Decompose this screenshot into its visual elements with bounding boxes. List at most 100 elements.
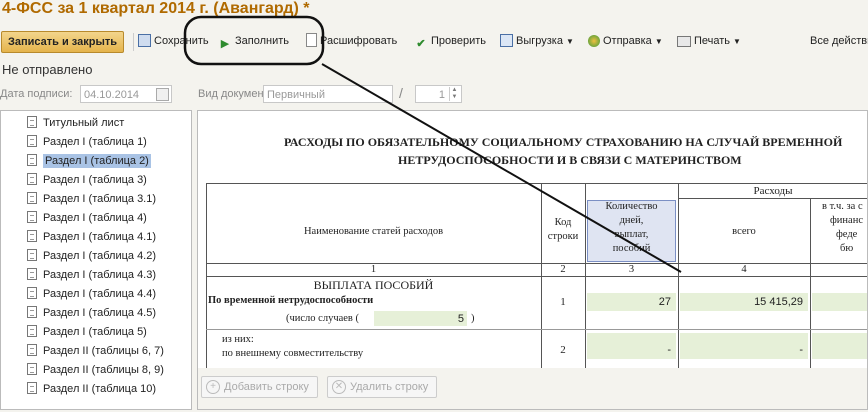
col-days-header-4: пособий <box>612 243 651 254</box>
send-dropdown[interactable]: Отправка ▼ <box>588 31 663 51</box>
section-item-label: Раздел I (таблица 4.2) <box>43 250 157 262</box>
all-actions-menu[interactable]: Все действия <box>810 31 868 51</box>
send-status: Не отправлено <box>2 62 93 77</box>
save-and-close-button[interactable]: Записать и закрыть <box>1 31 125 53</box>
document-icon <box>27 192 37 204</box>
export-table-icon <box>500 34 513 47</box>
date-label: Дата подписи: <box>0 88 73 100</box>
row1-code: 1 <box>560 296 566 308</box>
report-sheet: РАСХОДЫ ПО ОБЯЗАТЕЛЬНОМУ СОЦИАЛЬНОМУ СТР… <box>197 110 868 410</box>
check-button[interactable]: ✔ Проверить <box>414 31 486 51</box>
col-number-2: 2 <box>560 264 566 275</box>
row2-code: 2 <box>560 344 566 356</box>
chevron-down-icon: ▼ <box>733 37 741 46</box>
section-item[interactable]: Раздел I (таблица 4.5) <box>27 304 156 323</box>
document-icon <box>27 135 37 147</box>
col-code-header-1: Код <box>554 217 572 228</box>
document-list-icon <box>306 33 317 47</box>
delete-row-button[interactable]: ✕ Удалить строку <box>327 376 438 398</box>
section-item-label: Раздел I (таблица 3) <box>43 174 147 186</box>
checkmark-icon: ✔ <box>416 38 426 50</box>
chevron-down-icon: ▼ <box>654 37 663 46</box>
document-icon <box>27 173 37 185</box>
doc-type-value: Первичный <box>267 89 325 101</box>
section-item-label: Раздел I (таблица 4.3) <box>43 269 157 281</box>
section-item[interactable]: Раздел I (таблица 2) <box>27 152 151 171</box>
row1-total: 15 415,29 <box>754 296 803 308</box>
table-border <box>206 276 867 277</box>
section-item[interactable]: Раздел II (таблицы 6, 7) <box>27 342 164 361</box>
document-icon <box>27 306 37 318</box>
of-them-label: из них: <box>222 334 254 345</box>
export-label: Выгрузка <box>516 35 563 47</box>
document-icon <box>27 325 37 337</box>
col-fed-header-1: в т.ч. за с <box>822 201 863 212</box>
col-days-header-2: дней, <box>619 215 644 226</box>
section-item-label: Раздел I (таблица 4.5) <box>43 307 157 319</box>
section-item-label: Раздел I (таблица 4.1) <box>43 231 157 243</box>
fill-label: Заполнить <box>235 35 290 47</box>
table-border <box>206 183 867 184</box>
print-dropdown[interactable]: Печать ▼ <box>677 31 741 51</box>
document-icon <box>27 230 37 242</box>
row2-label: по внешнему совместительству <box>222 348 364 359</box>
section-item[interactable]: Раздел I (таблица 3.1) <box>27 190 156 209</box>
document-icon <box>27 154 37 166</box>
col-number-4: 4 <box>741 264 747 275</box>
col-days-header-1: Количество <box>605 201 658 212</box>
correction-number-value: 1 <box>438 89 445 101</box>
calendar-icon[interactable] <box>156 88 169 101</box>
window-title: 4-ФСС за 1 квартал 2014 г. (Авангард) * <box>2 0 310 17</box>
document-icon <box>27 268 37 280</box>
decode-button[interactable]: Расшифровать <box>306 31 397 51</box>
plus-circle-icon: + <box>206 380 220 394</box>
section-item-label: Раздел II (таблицы 6, 7) <box>43 345 164 357</box>
section-item-label: Раздел II (таблицы 8, 9) <box>43 364 164 376</box>
save-button[interactable]: Сохранить <box>138 31 209 51</box>
check-label: Проверить <box>431 35 487 47</box>
document-icon <box>27 287 37 299</box>
delete-circle-icon: ✕ <box>332 380 346 394</box>
section-item-label: Раздел I (таблица 5) <box>43 326 147 338</box>
section-item[interactable]: Раздел II (таблица 10) <box>27 380 156 399</box>
section-item[interactable]: Раздел I (таблица 4.3) <box>27 266 156 285</box>
correction-number-field[interactable]: 1 ▲ ▼ <box>415 85 462 103</box>
col-fed-header-3: феде <box>836 229 858 240</box>
report-title-line2: НЕТРУДОСПОСОБНОСТИ И В СВЯЗИ С МАТЕРИНСТ… <box>398 153 742 167</box>
section-item[interactable]: Раздел I (таблица 4) <box>27 209 147 228</box>
toolbar-divider <box>133 33 134 51</box>
row2-fed-cell[interactable] <box>812 333 867 359</box>
correction-separator: / <box>399 85 403 101</box>
date-field[interactable]: 04.10.2014 <box>80 85 172 103</box>
section-item[interactable]: Раздел I (таблица 4.4) <box>27 285 156 304</box>
section-item[interactable]: Раздел I (таблица 5) <box>27 323 147 342</box>
floppy-disk-icon <box>138 34 151 47</box>
section-item-label: Раздел I (таблица 3.1) <box>43 193 157 205</box>
row1-fed-cell[interactable] <box>812 293 867 311</box>
section-item[interactable]: Раздел I (таблица 3) <box>27 171 147 190</box>
doc-type-field[interactable]: Первичный <box>263 85 393 103</box>
document-icon <box>27 249 37 261</box>
spinner-icon[interactable]: ▲ ▼ <box>449 87 459 101</box>
play-icon: ▶ <box>220 38 230 50</box>
col-total-header: всего <box>732 226 756 237</box>
toolbar: Сохранить ▶ Заполнить Расшифровать ✔ Прове… <box>0 28 868 55</box>
print-label: Печать <box>694 35 731 47</box>
fill-button[interactable]: ▶ Заполнить <box>218 31 289 51</box>
document-icon <box>27 382 37 394</box>
cases-value: 5 <box>457 313 464 325</box>
document-icon <box>27 363 37 375</box>
table-border <box>678 198 867 199</box>
export-dropdown[interactable]: Выгрузка ▼ <box>500 31 574 51</box>
decode-label: Расшифровать <box>320 35 398 47</box>
section-item[interactable]: Раздел I (таблица 4.2) <box>27 247 156 266</box>
expenses-header: Расходы <box>753 185 793 197</box>
benefits-header: ВЫПЛАТА ПОСОБИЙ <box>313 278 434 292</box>
add-row-button[interactable]: + Добавить строку <box>201 376 318 398</box>
section-item[interactable]: Титульный лист <box>27 114 124 133</box>
section-item[interactable]: Раздел I (таблица 1) <box>27 133 147 152</box>
section-item[interactable]: Раздел I (таблица 4.1) <box>27 228 156 247</box>
section-item-label: Раздел II (таблица 10) <box>43 383 157 395</box>
section-item[interactable]: Раздел II (таблицы 8, 9) <box>27 361 164 380</box>
delete-row-label: Удалить строку <box>350 381 429 393</box>
